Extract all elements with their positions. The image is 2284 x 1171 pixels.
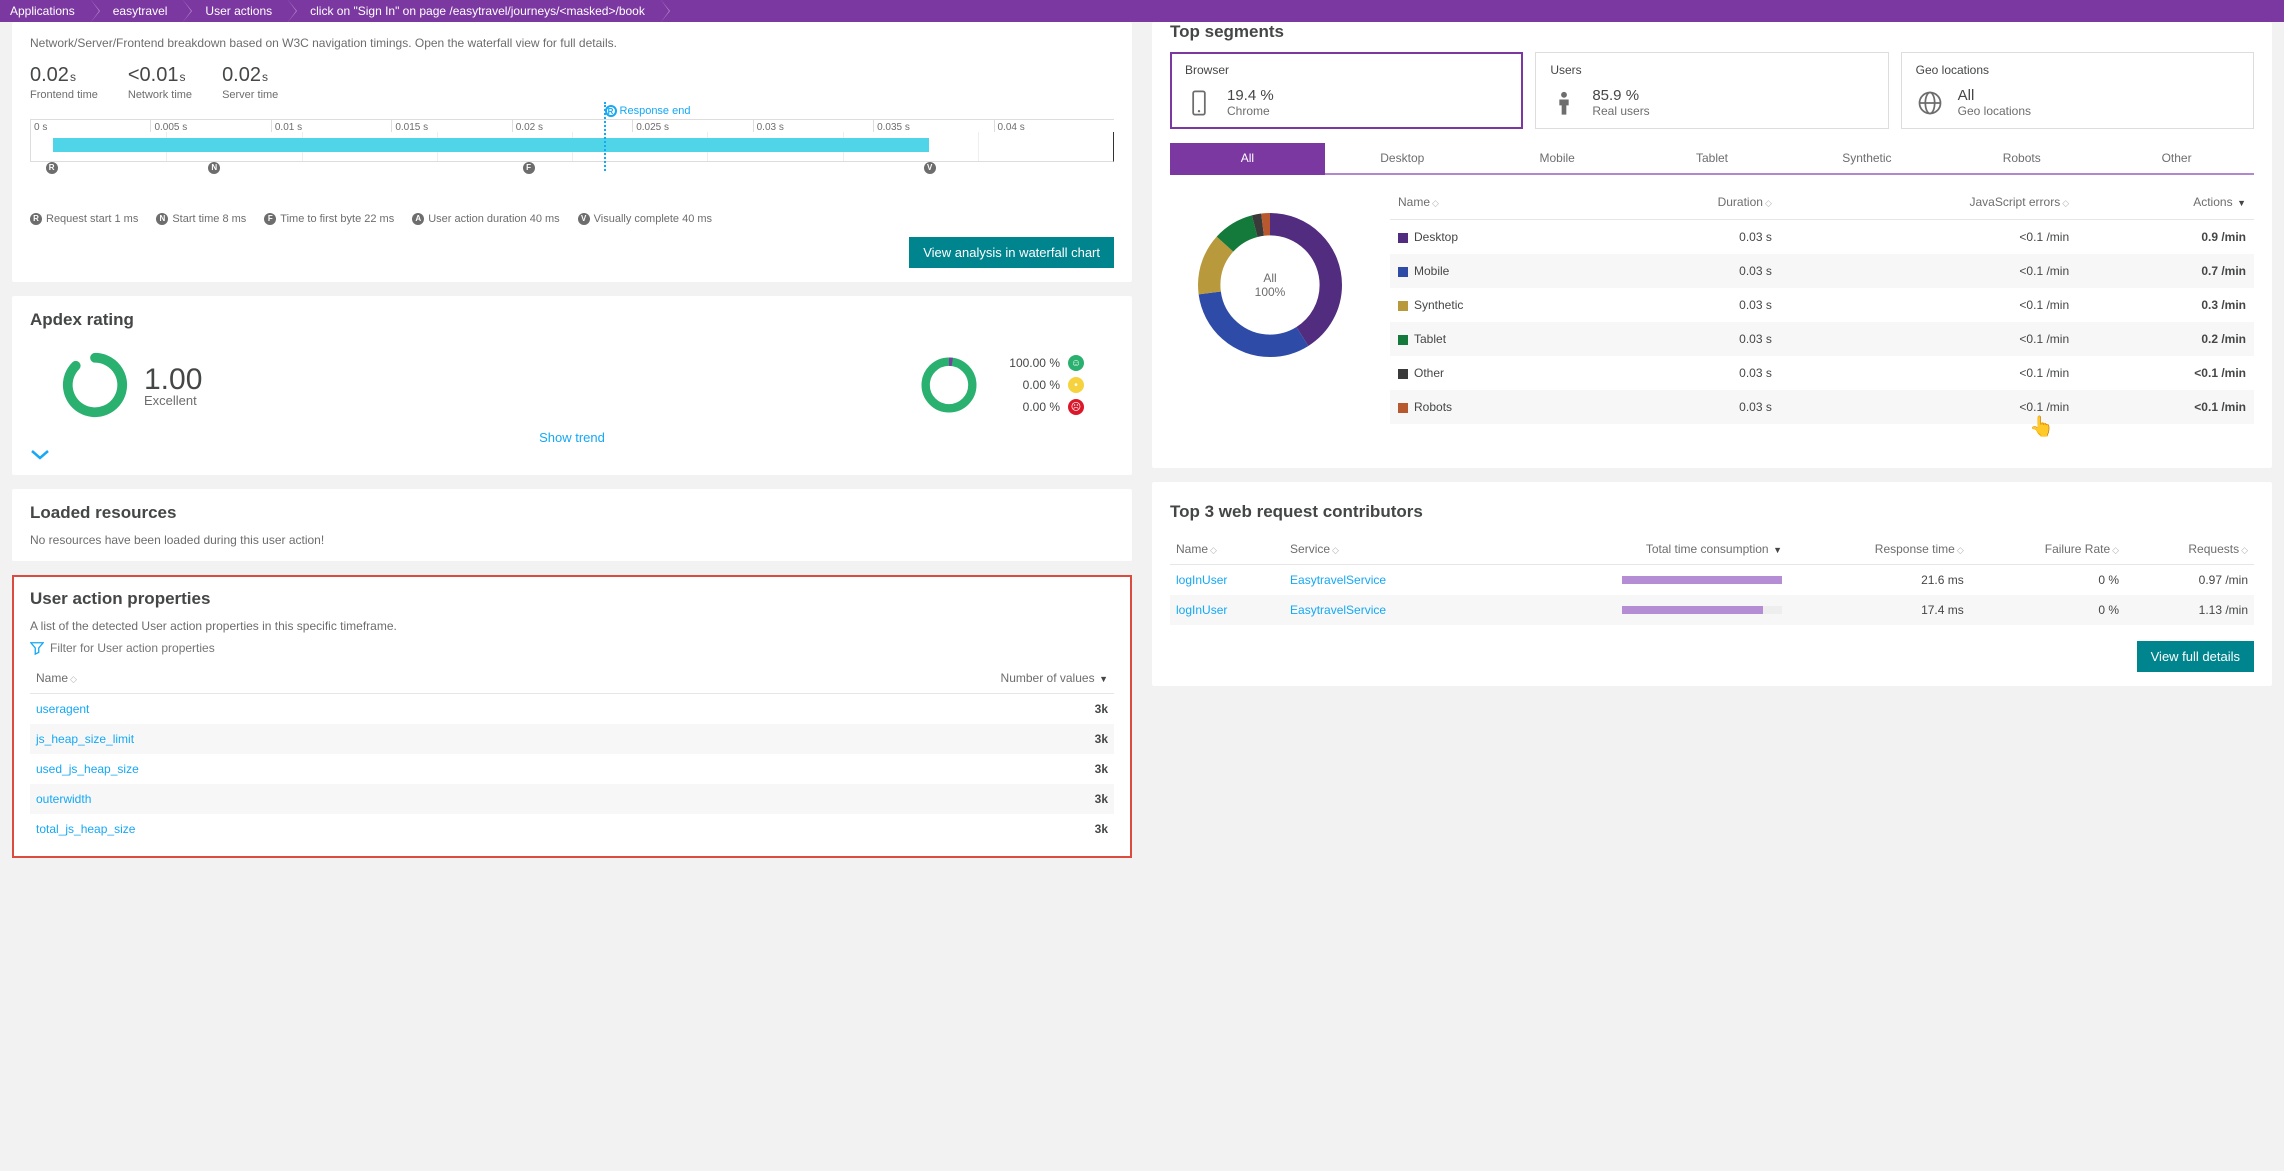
timeline-legend-item: AUser action duration 40 ms — [412, 213, 559, 225]
face-frustrated-icon: ☹ — [1068, 399, 1084, 415]
segments-title: Top segments — [1170, 22, 2254, 42]
table-row[interactable]: outerwidth3k — [30, 784, 1114, 814]
response-end-marker: RResponse end — [605, 105, 691, 117]
timing-metrics: 0.02sFrontend time <0.01sNetwork time 0.… — [30, 64, 1114, 101]
segment-card-browser[interactable]: Browser 19.4 %Chrome — [1170, 52, 1523, 129]
props-title: User action properties — [30, 589, 1114, 609]
seg-col-name[interactable]: Name◇ — [1390, 185, 1599, 220]
props-col-count[interactable]: Number of values ▼ — [561, 663, 1114, 694]
view-waterfall-button[interactable]: View analysis in waterfall chart — [909, 237, 1114, 268]
face-satisfied-icon: ☺ — [1068, 355, 1084, 371]
apdex-card: Apdex rating 1.00 Excellent 100.00 — [12, 296, 1132, 475]
tab-other[interactable]: Other — [2099, 143, 2254, 175]
contrib-service-link[interactable]: EasytravelService — [1290, 573, 1386, 587]
contrib-col-time[interactable]: Total time consumption ▼ — [1478, 534, 1788, 565]
segment-card-geo[interactable]: Geo locations AllGeo locations — [1901, 52, 2254, 129]
apdex-gauge-icon — [60, 350, 130, 420]
timing-breakdown-card: Network/Server/Frontend breakdown based … — [12, 22, 1132, 282]
phone-icon — [1185, 89, 1213, 117]
globe-icon — [1916, 89, 1944, 117]
contrib-service-link[interactable]: EasytravelService — [1290, 603, 1386, 617]
breadcrumb: Applications easytravel User actions cli… — [0, 0, 2284, 22]
contrib-col-fail[interactable]: Failure Rate◇ — [1970, 534, 2125, 565]
contrib-col-name[interactable]: Name◇ — [1170, 534, 1284, 565]
apdex-score: 1.00 — [144, 363, 202, 397]
props-filter-input[interactable] — [50, 641, 1114, 655]
apdex-label: Excellent — [144, 393, 202, 408]
table-row[interactable]: logInUserEasytravelService17.4 ms0 %1.13… — [1170, 595, 2254, 625]
loaded-resources-empty: No resources have been loaded during thi… — [30, 533, 1114, 547]
contrib-table: Name◇ Service◇ Total time consumption ▼ … — [1170, 534, 2254, 625]
seg-col-actions[interactable]: Actions ▼ — [2077, 185, 2254, 220]
prop-name-link[interactable]: outerwidth — [36, 792, 91, 806]
filter-icon — [30, 641, 44, 655]
timeline-legend-item: VVisually complete 40 ms — [578, 213, 712, 225]
timeline-legend-item: FTime to first byte 22 ms — [264, 213, 394, 225]
contrib-title: Top 3 web request contributors — [1170, 502, 2254, 522]
metric-frontend: 0.02sFrontend time — [30, 64, 98, 101]
props-table: Name◇ Number of values ▼ useragent3kjs_h… — [30, 663, 1114, 844]
breadcrumb-applications[interactable]: Applications — [0, 0, 91, 22]
timeline-legend-item: RRequest start 1 ms — [30, 213, 138, 225]
loaded-resources-title: Loaded resources — [30, 503, 1114, 523]
user-action-properties-card: User action properties A list of the det… — [12, 575, 1132, 858]
chevron-down-icon — [30, 449, 50, 461]
contrib-col-resp[interactable]: Response time◇ — [1788, 534, 1970, 565]
prop-name-link[interactable]: useragent — [36, 702, 89, 716]
breadcrumb-action-detail[interactable]: click on "Sign In" on page /easytravel/j… — [288, 0, 661, 22]
seg-col-jserrors[interactable]: JavaScript errors◇ — [1780, 185, 2077, 220]
metric-network: <0.01sNetwork time — [128, 64, 192, 101]
breadcrumb-user-actions[interactable]: User actions — [183, 0, 288, 22]
timeline-legend: RRequest start 1 ms NStart time 8 ms FTime… — [30, 213, 1114, 225]
table-row[interactable]: js_heap_size_limit3k — [30, 724, 1114, 754]
top-segments-card: Top segments Browser 19.4 %Chrome Users … — [1152, 22, 2272, 468]
seg-col-duration[interactable]: Duration◇ — [1599, 185, 1780, 220]
apdex-donut-icon — [919, 355, 979, 415]
table-row[interactable]: Robots0.03 s<0.1 /min<0.1 /min — [1390, 390, 2254, 424]
table-row[interactable]: Desktop0.03 s<0.1 /min0.9 /min — [1390, 220, 2254, 255]
tab-mobile[interactable]: Mobile — [1480, 143, 1635, 175]
contrib-name-link[interactable]: logInUser — [1176, 603, 1227, 617]
prop-name-link[interactable]: js_heap_size_limit — [36, 732, 134, 746]
table-row[interactable]: Synthetic0.03 s<0.1 /min0.3 /min — [1390, 288, 2254, 322]
tab-desktop[interactable]: Desktop — [1325, 143, 1480, 175]
timeline-legend-item: NStart time 8 ms — [156, 213, 246, 225]
expand-trend-button[interactable] — [30, 449, 1114, 461]
apdex-distribution: 100.00 %☺ 0.00 %• 0.00 %☹ — [1009, 355, 1084, 415]
apdex-title: Apdex rating — [30, 310, 1114, 330]
cursor-icon: 👆 — [2029, 414, 2054, 439]
segment-card-users[interactable]: Users 85.9 %Real users — [1535, 52, 1888, 129]
table-row[interactable]: Mobile0.03 s<0.1 /min0.7 /min — [1390, 254, 2254, 288]
contributors-card: Top 3 web request contributors Name◇ Ser… — [1152, 482, 2272, 686]
props-subtitle: A list of the detected User action prope… — [30, 619, 1114, 633]
table-row[interactable]: Tablet0.03 s<0.1 /min0.2 /min — [1390, 322, 2254, 356]
prop-name-link[interactable]: total_js_heap_size — [36, 822, 135, 836]
table-row[interactable]: useragent3k — [30, 694, 1114, 725]
person-icon — [1550, 89, 1578, 117]
segment-tabs: AllDesktopMobileTabletSyntheticRobotsOth… — [1170, 143, 2254, 175]
metric-server: 0.02sServer time — [222, 64, 278, 101]
table-row[interactable]: used_js_heap_size3k — [30, 754, 1114, 784]
prop-name-link[interactable]: used_js_heap_size — [36, 762, 139, 776]
breadcrumb-app[interactable]: easytravel — [91, 0, 184, 22]
segments-donut: All100% — [1170, 185, 1370, 385]
table-row[interactable]: total_js_heap_size3k — [30, 814, 1114, 844]
timing-subtitle: Network/Server/Frontend breakdown based … — [30, 36, 1114, 50]
contrib-col-req[interactable]: Requests◇ — [2125, 534, 2254, 565]
loaded-resources-card: Loaded resources No resources have been … — [12, 489, 1132, 561]
tab-all[interactable]: All — [1170, 143, 1325, 175]
show-trend-link[interactable]: Show trend — [30, 430, 1114, 445]
tab-tablet[interactable]: Tablet — [1635, 143, 1790, 175]
table-row[interactable]: logInUserEasytravelService21.6 ms0 %0.97… — [1170, 565, 2254, 596]
contrib-name-link[interactable]: logInUser — [1176, 573, 1227, 587]
segments-table: Name◇ Duration◇ JavaScript errors◇ Actio… — [1390, 185, 2254, 424]
table-row[interactable]: Other0.03 s<0.1 /min<0.1 /min — [1390, 356, 2254, 390]
tab-robots[interactable]: Robots — [1944, 143, 2099, 175]
props-col-name[interactable]: Name◇ — [30, 663, 561, 694]
contrib-col-service[interactable]: Service◇ — [1284, 534, 1478, 565]
tab-synthetic[interactable]: Synthetic — [1789, 143, 1944, 175]
view-full-details-button[interactable]: View full details — [2137, 641, 2254, 672]
face-tolerating-icon: • — [1068, 377, 1084, 393]
timeline-chart: RResponse end 0 s0.005 s0.01 s0.015 s0.0… — [30, 119, 1114, 199]
